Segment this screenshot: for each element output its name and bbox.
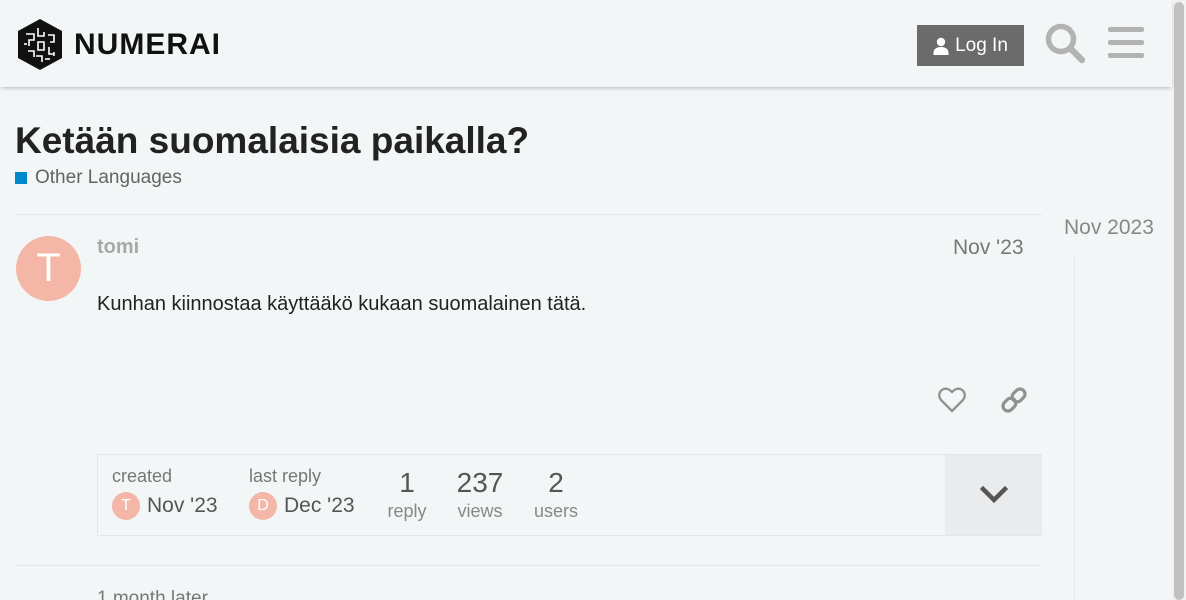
topic-title[interactable]: Ketään suomalaisia paikalla? (15, 120, 529, 162)
hamburger-menu-icon[interactable] (1108, 26, 1144, 65)
logo-text: NUMERAI (74, 27, 221, 61)
avatar[interactable]: T (112, 492, 140, 520)
category-color-swatch (15, 172, 27, 184)
last-reply-label: last reply (249, 466, 322, 486)
replies-count: 1 (399, 467, 415, 498)
replies-label: reply (387, 501, 427, 521)
users-stat: 2 users (528, 467, 584, 522)
divider (15, 214, 1042, 215)
created-label: created (112, 466, 173, 486)
views-count: 237 (456, 467, 504, 498)
topic-map-created[interactable]: created T Nov '23 (112, 455, 218, 535)
category-badge[interactable]: Other Languages (15, 167, 182, 189)
timeline-date[interactable]: Nov 2023 (1064, 216, 1154, 240)
post-body: Kunhan kiinnostaa käyttääkö kukaan suoma… (97, 293, 587, 315)
heart-icon (938, 387, 966, 413)
avatar[interactable]: T (16, 236, 81, 301)
category-name: Other Languages (35, 167, 182, 188)
topic-map: created T Nov '23 last reply D Dec '23 1… (97, 454, 1042, 536)
post-date[interactable]: Nov '23 (953, 236, 1024, 260)
scrollbar-thumb[interactable] (1174, 2, 1184, 600)
post-username[interactable]: tomi (97, 236, 139, 259)
users-label: users (533, 501, 578, 521)
login-button[interactable]: Log In (917, 25, 1024, 66)
users-count: 2 (548, 467, 564, 498)
timeline-track[interactable] (1074, 256, 1075, 600)
views-stat: 237 views (450, 467, 510, 522)
topic-map-last-reply[interactable]: last reply D Dec '23 (249, 455, 355, 535)
replies-stat: 1 reply (382, 467, 432, 522)
share-link-button[interactable] (999, 385, 1029, 420)
login-label: Log In (955, 34, 1008, 56)
avatar[interactable]: D (249, 492, 277, 520)
views-label: views (457, 501, 503, 521)
user-icon (933, 37, 949, 55)
link-icon (1001, 387, 1027, 413)
expand-topic-map-button[interactable] (945, 455, 1042, 535)
divider (15, 565, 1042, 566)
like-button[interactable] (937, 385, 967, 420)
site-header: NUMERAI Log In (0, 0, 1172, 87)
search-icon[interactable] (1044, 22, 1086, 69)
site-logo[interactable]: NUMERAI (16, 18, 221, 71)
time-gap-label: 1 month later (97, 588, 208, 600)
numerai-logo-icon (18, 19, 62, 70)
chevron-down-icon (979, 485, 1008, 504)
last-reply-date: Dec '23 (284, 494, 355, 517)
created-date: Nov '23 (147, 494, 218, 517)
